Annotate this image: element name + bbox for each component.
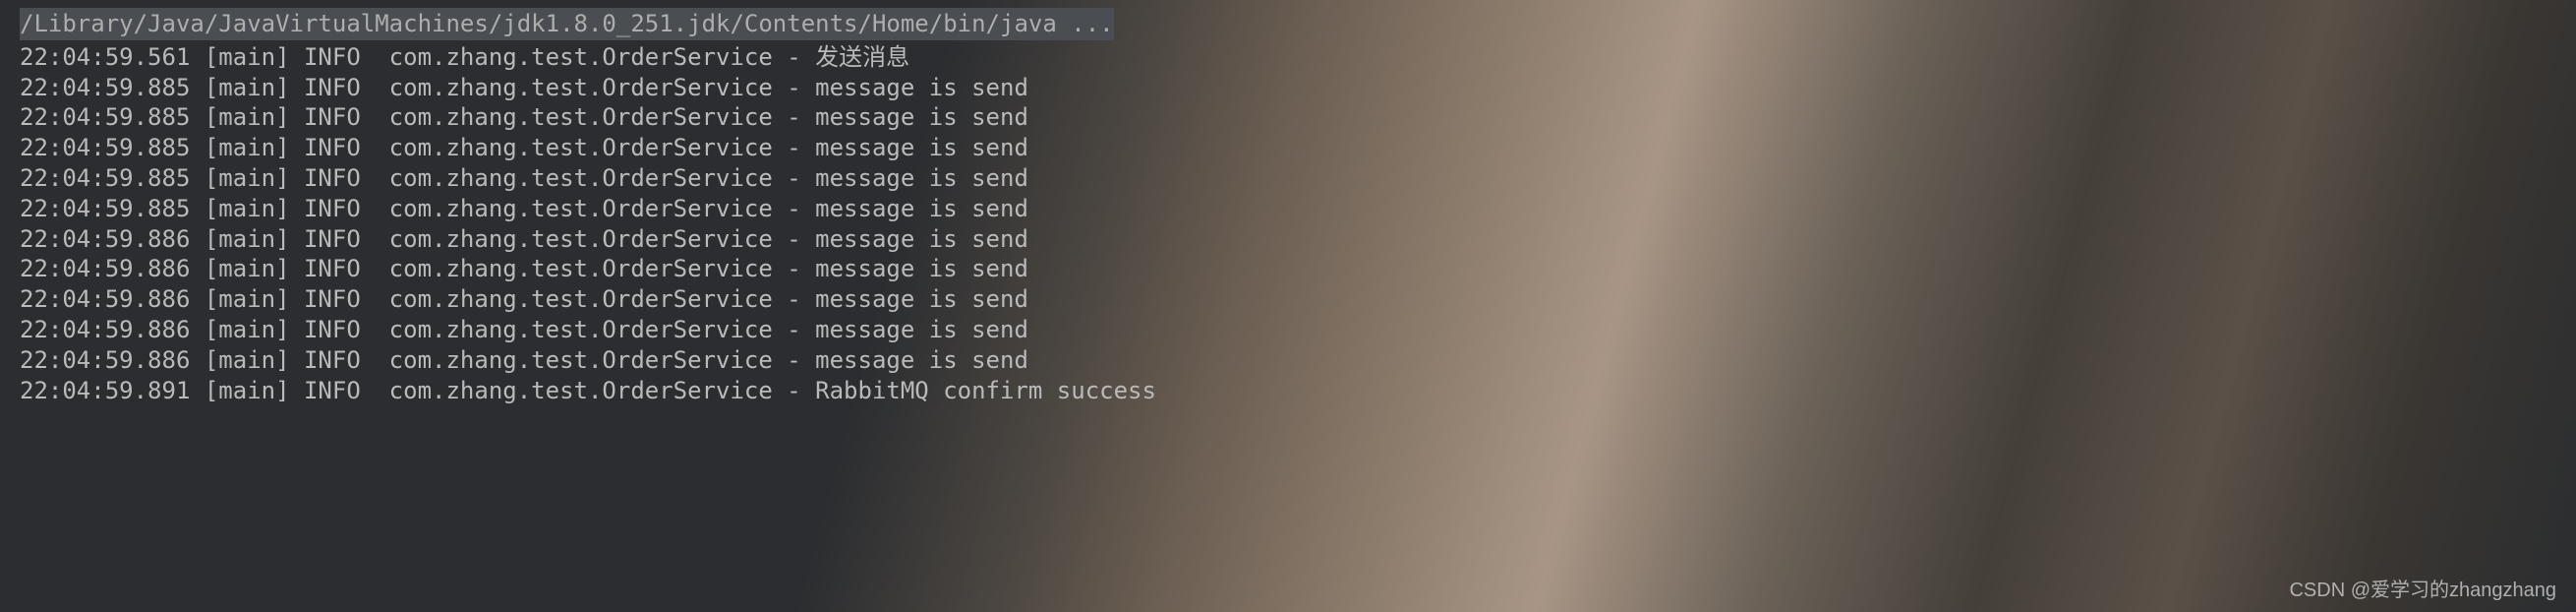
log-line: 22:04:59.886 [main] INFO com.zhang.test.… bbox=[20, 315, 2556, 345]
log-line: 22:04:59.891 [main] INFO com.zhang.test.… bbox=[20, 376, 2556, 406]
log-line: 22:04:59.885 [main] INFO com.zhang.test.… bbox=[20, 73, 2556, 103]
java-command-header: /Library/Java/JavaVirtualMachines/jdk1.8… bbox=[20, 8, 1114, 40]
log-line: 22:04:59.886 [main] INFO com.zhang.test.… bbox=[20, 254, 2556, 284]
log-line: 22:04:59.885 [main] INFO com.zhang.test.… bbox=[20, 194, 2556, 224]
csdn-watermark: CSDN @爱学习的zhangzhang bbox=[2289, 579, 2556, 602]
log-line: 22:04:59.886 [main] INFO com.zhang.test.… bbox=[20, 224, 2556, 255]
log-line: 22:04:59.885 [main] INFO com.zhang.test.… bbox=[20, 133, 2556, 163]
log-lines-container: 22:04:59.561 [main] INFO com.zhang.test.… bbox=[20, 42, 2556, 406]
log-line: 22:04:59.886 [main] INFO com.zhang.test.… bbox=[20, 284, 2556, 315]
log-line: 22:04:59.885 [main] INFO com.zhang.test.… bbox=[20, 102, 2556, 133]
console-output[interactable]: /Library/Java/JavaVirtualMachines/jdk1.8… bbox=[0, 0, 2576, 413]
log-line: 22:04:59.886 [main] INFO com.zhang.test.… bbox=[20, 345, 2556, 376]
log-line: 22:04:59.885 [main] INFO com.zhang.test.… bbox=[20, 163, 2556, 194]
log-line: 22:04:59.561 [main] INFO com.zhang.test.… bbox=[20, 42, 2556, 73]
